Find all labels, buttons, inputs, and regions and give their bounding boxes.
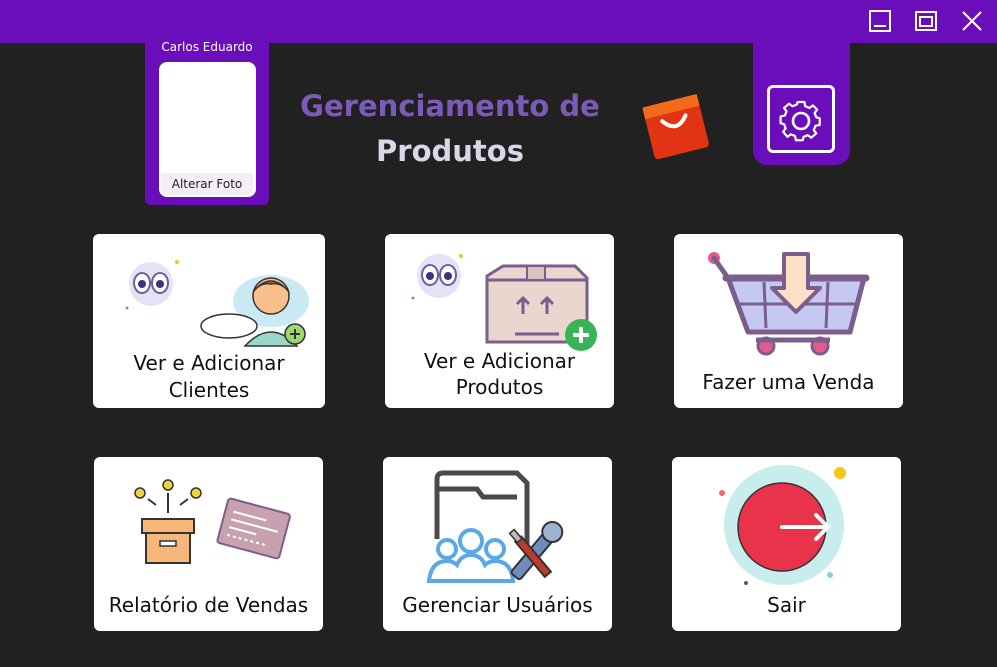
clients-card[interactable]: Ver e Adicionar Clientes [93, 234, 325, 408]
reports-card[interactable]: Relatório de Vendas [94, 457, 323, 631]
exit-card[interactable]: Sair [672, 457, 901, 631]
clients-card-label-line1: Ver e Adicionar [133, 351, 285, 375]
shopping-bag-logo-icon [642, 94, 709, 160]
products-card[interactable]: Ver e Adicionar Produtos [385, 234, 614, 408]
report-box-icon [134, 479, 291, 564]
reports-card-label: Relatório de Vendas [108, 593, 309, 617]
minimize-button[interactable] [868, 9, 892, 33]
box-add-icon [411, 254, 597, 351]
profile-name: Carlos Eduardo [161, 40, 253, 54]
products-card-label-line2: Produtos [455, 375, 544, 399]
sale-card[interactable]: Fazer uma Venda [674, 234, 903, 408]
cart-basket-icon [708, 252, 870, 356]
client-add-icon [125, 260, 309, 347]
sale-card-label: Fazer uma Venda [702, 370, 875, 394]
maximize-button[interactable] [914, 9, 938, 33]
users-card-label: Gerenciar Usuários [402, 593, 593, 617]
gear-icon [779, 100, 821, 142]
products-card-label-line1: Ver e Adicionar [423, 349, 576, 373]
maximize-icon [915, 11, 937, 31]
page-title: Gerenciamento de Produtos [290, 84, 610, 174]
exit-card-label: Sair [767, 593, 806, 617]
users-tools-icon [426, 470, 564, 583]
page-title-line1: Gerenciamento de [300, 89, 600, 123]
close-button[interactable] [960, 9, 984, 33]
change-photo-button[interactable]: Alterar Foto [161, 173, 253, 195]
profile-panel: Carlos Eduardo Alterar Foto [145, 30, 269, 205]
clients-card-label-line2: Clientes [168, 378, 250, 402]
close-icon [962, 11, 982, 31]
users-card[interactable]: Gerenciar Usuários [383, 457, 612, 631]
settings-frame [767, 85, 835, 153]
settings-button[interactable] [753, 43, 850, 165]
minimize-icon [869, 10, 891, 32]
exit-icon [719, 465, 846, 585]
page-title-line2: Produtos [376, 134, 524, 168]
